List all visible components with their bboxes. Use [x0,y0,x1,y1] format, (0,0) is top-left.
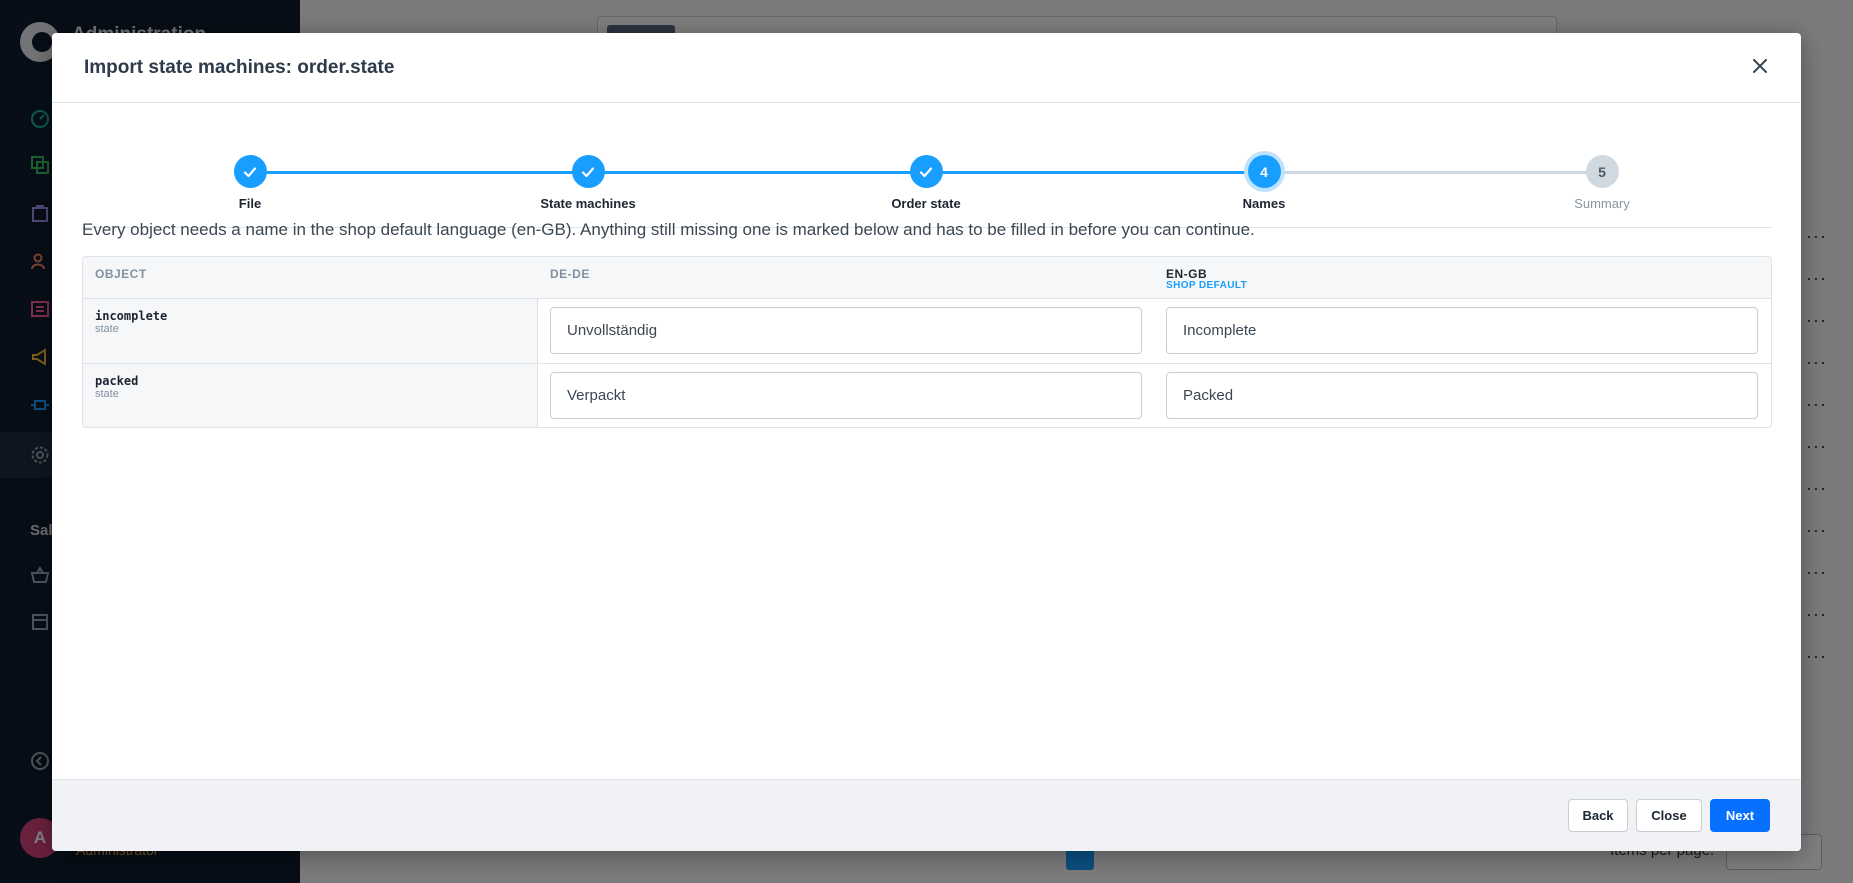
object-cell: incomplete state [83,299,538,363]
object-technical-name: packed [95,374,139,388]
step-complete-check-icon [233,155,267,188]
modal-header: Import state machines: order.state [52,33,1801,103]
step-label: File [238,196,262,211]
de-de-name-input[interactable] [550,307,1142,354]
table-header: OBJECT DE-DE EN-GB SHOP DEFAULT [83,257,1771,299]
object-technical-name: incomplete [95,309,168,323]
modal-title: Import state machines: order.state [84,57,395,78]
close-button[interactable]: Close [1636,799,1702,832]
modal-close-button[interactable] [1749,57,1771,79]
step-state-machines[interactable]: State machines [488,155,688,211]
modal-footer: Back Close Next [52,779,1801,851]
back-button[interactable]: Back [1568,799,1628,832]
step-complete-check-icon [571,155,605,188]
close-icon [1753,58,1767,78]
wizard-stepper: File State machines Order state 4 Names … [82,103,1772,228]
step-label: State machines [540,196,636,211]
step-complete-check-icon [909,155,943,188]
next-button[interactable]: Next [1710,799,1770,832]
object-type: state [95,323,119,335]
step-summary[interactable]: 5 Summary [1502,155,1702,211]
step-names[interactable]: 4 Names [1164,155,1364,211]
en-gb-name-input[interactable] [1166,307,1758,354]
de-de-name-input[interactable] [550,372,1142,419]
translation-table: OBJECT DE-DE EN-GB SHOP DEFAULT incomple… [82,256,1772,428]
column-header-object: OBJECT [95,267,147,281]
import-state-machines-modal: Import state machines: order.state File … [52,33,1801,851]
intro-text: Every object needs a name in the shop de… [82,220,1255,239]
stepper-progress-done [250,171,1264,174]
step-label: Order state [891,196,961,211]
object-cell: packed state [83,364,538,427]
en-gb-name-input[interactable] [1166,372,1758,419]
step-label: Names [1242,196,1286,211]
step-number: 4 [1247,155,1281,188]
step-file[interactable]: File [150,155,350,211]
step-number: 5 [1585,155,1619,188]
step-label: Summary [1574,196,1630,211]
step-order-state[interactable]: Order state [826,155,1026,211]
column-header-de-de: DE-DE [550,267,590,281]
object-type: state [95,388,119,400]
column-header-en-gb: EN-GB [1166,267,1208,281]
table-row: packed state [83,364,1771,427]
table-row: incomplete state [83,299,1771,364]
shop-default-badge: SHOP DEFAULT [1166,280,1248,291]
